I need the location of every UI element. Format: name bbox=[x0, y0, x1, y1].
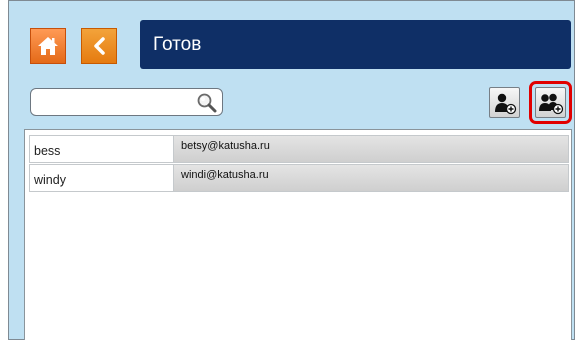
search-input[interactable] bbox=[38, 93, 198, 112]
page-title: Готов bbox=[153, 33, 202, 55]
search-box[interactable] bbox=[30, 88, 223, 116]
magnifier-icon[interactable] bbox=[196, 92, 217, 113]
app-screen: Готов bess betsy@katusha.ru windy windi@… bbox=[8, 0, 575, 340]
user-list: bess betsy@katusha.ru windy windi@katush… bbox=[24, 129, 572, 340]
chevron-left-icon bbox=[94, 37, 105, 55]
home-icon bbox=[38, 37, 58, 55]
add-group-icon bbox=[538, 93, 563, 114]
back-button[interactable] bbox=[81, 28, 117, 64]
add-user-button[interactable] bbox=[489, 87, 520, 118]
table-row[interactable]: windy windi@katusha.ru bbox=[29, 164, 569, 192]
user-email-cell: betsy@katusha.ru bbox=[174, 135, 569, 163]
home-button[interactable] bbox=[30, 28, 66, 64]
user-email-cell: windi@katusha.ru bbox=[174, 164, 569, 192]
user-name-cell: bess bbox=[29, 135, 174, 163]
page-title-bar: Готов bbox=[140, 20, 571, 69]
add-group-button[interactable] bbox=[535, 87, 566, 118]
table-row[interactable]: bess betsy@katusha.ru bbox=[29, 135, 569, 163]
add-user-icon bbox=[494, 93, 516, 114]
user-name-cell: windy bbox=[29, 164, 174, 192]
